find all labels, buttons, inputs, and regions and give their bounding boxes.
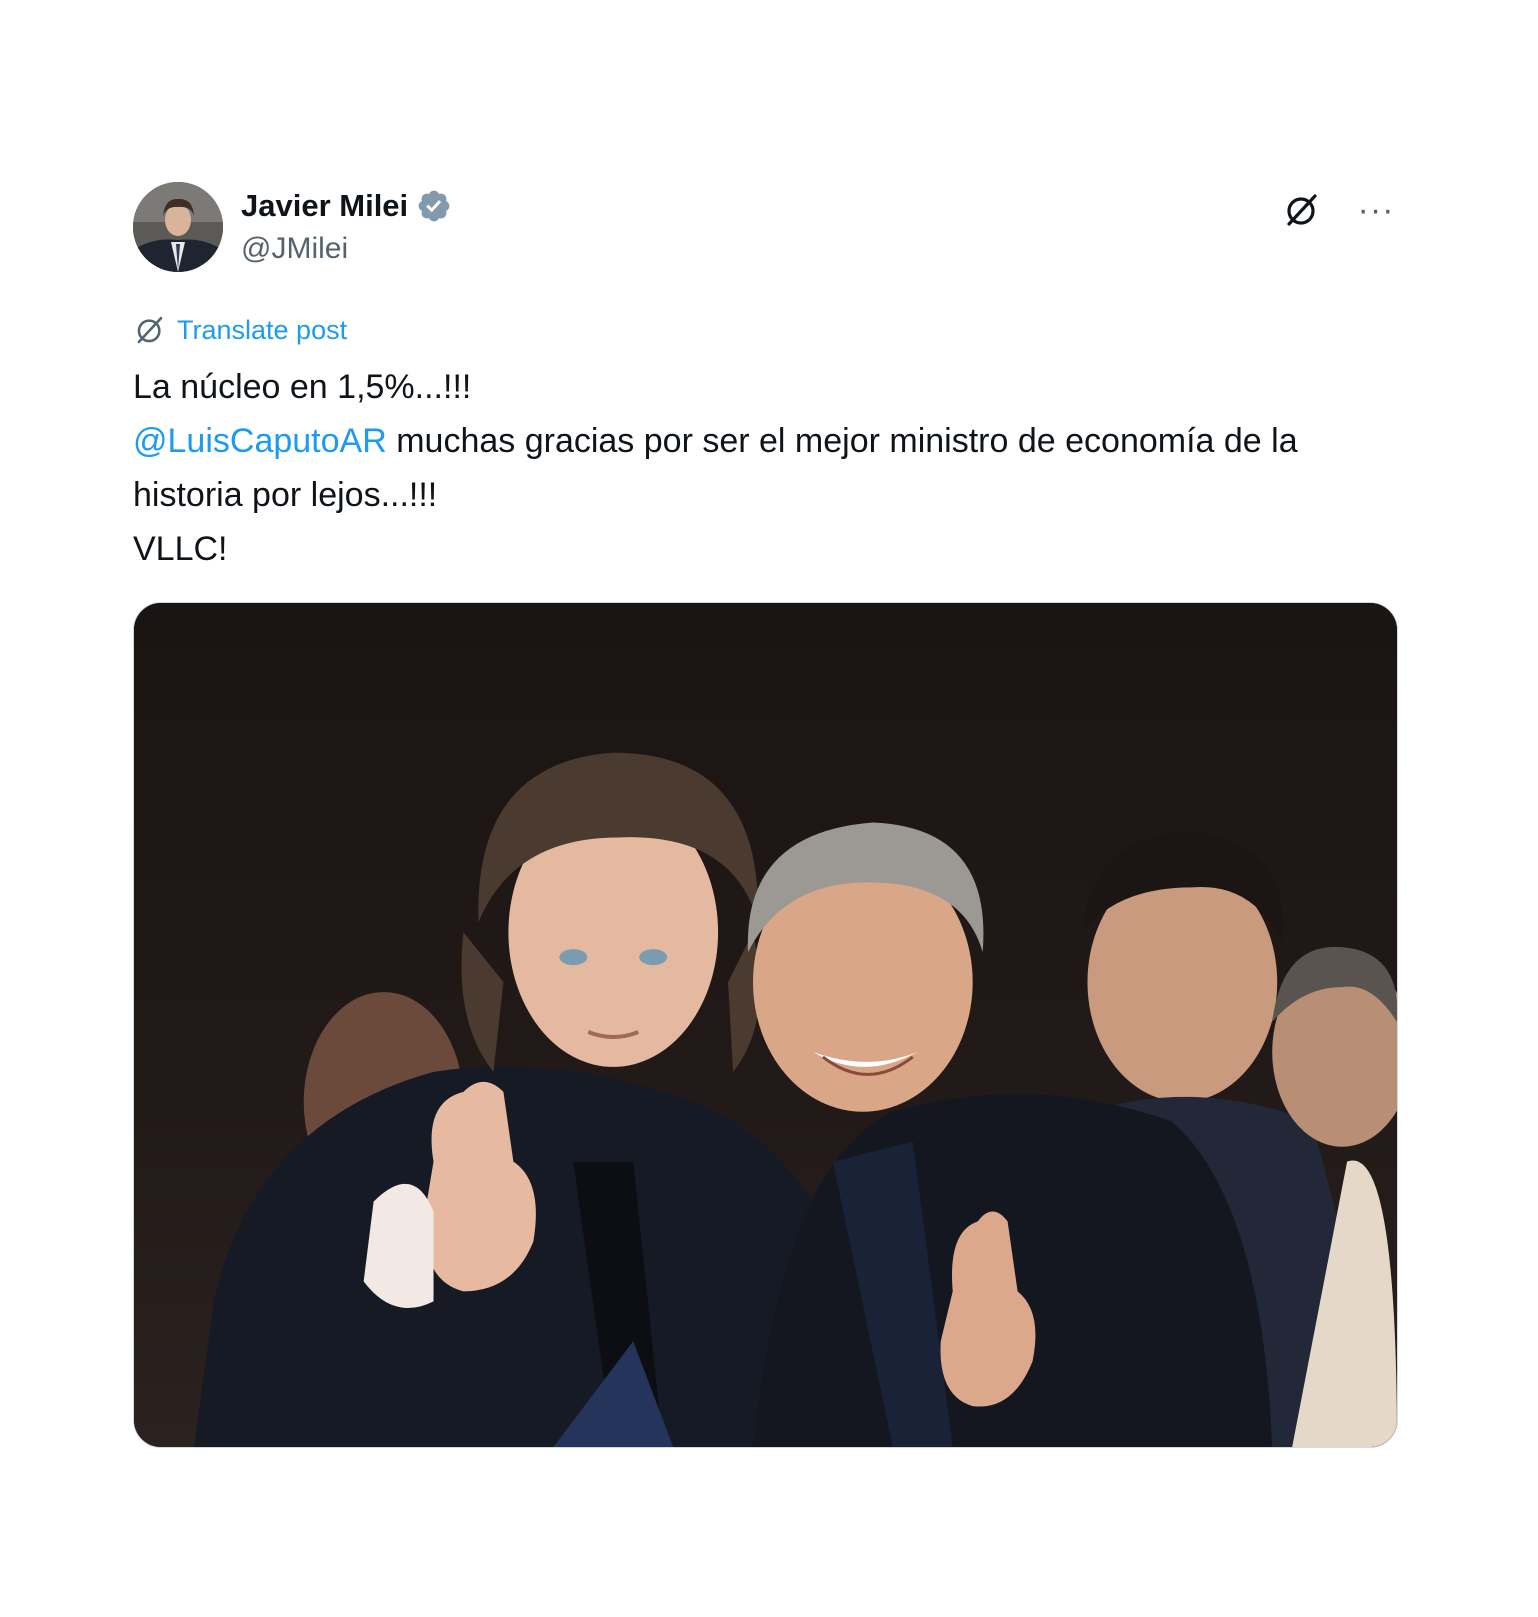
grok-icon (1287, 194, 1317, 226)
post-photo (134, 603, 1397, 1447)
post-header: Javier Milei @JMilei ··· (133, 182, 1398, 274)
grok-icon (137, 316, 163, 344)
grok-button[interactable] (1280, 188, 1324, 232)
post-line-3: VLLC! (133, 530, 228, 568)
more-icon: ··· (1357, 191, 1395, 229)
post: Javier Milei @JMilei ··· Translate post … (133, 182, 1398, 1448)
verified-badge-icon (416, 188, 452, 224)
avatar-image (133, 182, 223, 272)
post-text: La núcleo en 1,5%...!!! @LuisCaputoAR mu… (133, 360, 1398, 576)
post-media[interactable] (133, 602, 1398, 1448)
handle[interactable]: @JMilei (241, 232, 452, 266)
translate-post-link[interactable]: Translate post (133, 312, 1398, 348)
post-line-1: La núcleo en 1,5%...!!! (133, 368, 472, 406)
avatar[interactable] (133, 182, 223, 272)
display-name[interactable]: Javier Milei (241, 188, 408, 224)
more-button[interactable]: ··· (1354, 188, 1398, 232)
post-line-2: @LuisCaputoAR muchas gracias por ser el … (133, 414, 1398, 522)
mention-link[interactable]: @LuisCaputoAR (133, 422, 387, 460)
translate-post-label: Translate post (177, 314, 348, 345)
